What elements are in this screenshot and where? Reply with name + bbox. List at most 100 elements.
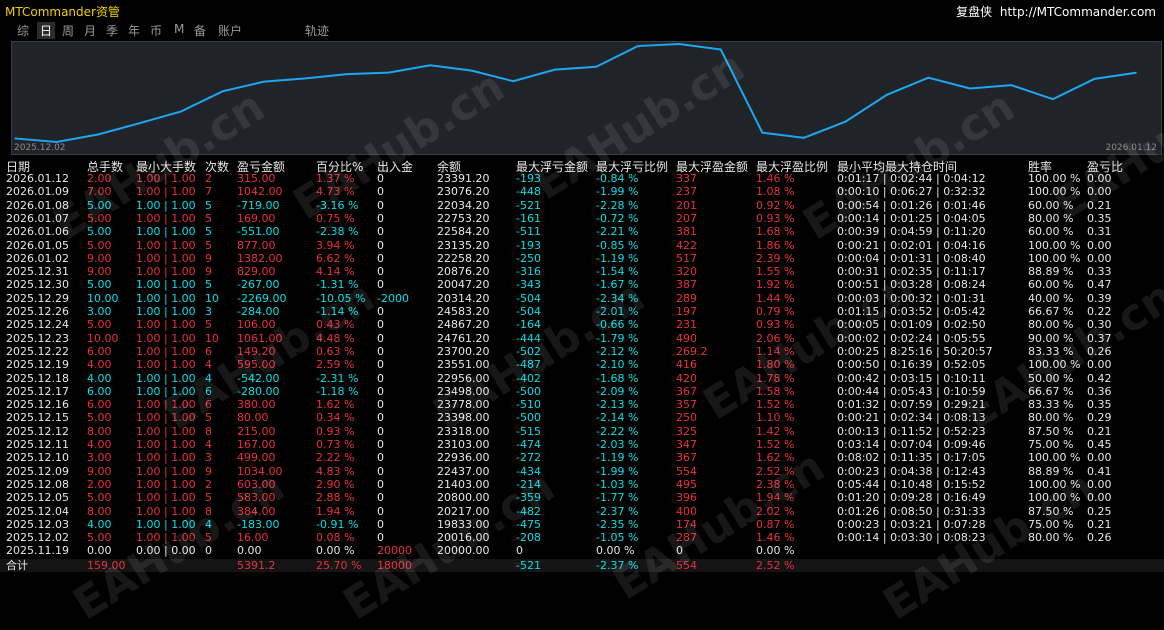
cell-mdd: -359	[516, 491, 541, 505]
table-row[interactable]: 2025.12.30 5.00 1.00 | 1.00 5 -267.00 -1.31 %…	[0, 278, 1164, 291]
brand-url[interactable]: http://MTCommander.com	[1000, 5, 1156, 19]
table-row[interactable]: 2025.12.22 6.00 1.00 | 1.00 6 149.20 0.63 % 0 2…	[0, 345, 1164, 358]
table-row[interactable]: 2025.12.08 2.00 1.00 | 1.00 2 603.00 2.90 % 0 2…	[0, 478, 1164, 491]
cell-minmax: 0.00 | 0.00	[136, 544, 196, 558]
chart-end-date: 2026.01.12	[1105, 143, 1157, 153]
table-row[interactable]: 2025.12.15 5.00 1.00 | 1.00 5 80.00 0.34 % 0 23…	[0, 411, 1164, 424]
cell-ratio: 0.42	[1087, 371, 1112, 385]
tab-6[interactable]: 币	[150, 22, 162, 39]
table-row[interactable]: 2025.12.23 10.00 1.00 | 1.00 10 1061.00 4.48 …	[0, 332, 1164, 345]
cell-lots: 4.00	[87, 438, 112, 451]
cell-balance: 23551.00	[437, 358, 490, 372]
cell-minmax: 1.00 | 1.00	[136, 331, 196, 345]
equity-point-23	[969, 87, 971, 90]
cell-balance: 20800.00	[437, 491, 490, 505]
cell-count: 5	[205, 411, 212, 425]
cell-hold: 0:00:03 | 0:00:32 | 0:01:31	[837, 291, 986, 305]
cell-minmax: 1.00 | 1.00	[136, 438, 196, 451]
table-row[interactable]: 2025.12.17 6.00 1.00 | 1.00 6 -280.00 -1.18 %…	[0, 385, 1164, 398]
cell-mfe: 237	[676, 185, 697, 199]
table-row[interactable]: 2025.12.18 4.00 1.00 | 1.00 4 -542.00 -2.31 %…	[0, 372, 1164, 385]
cell-pct: -0.91 %	[316, 517, 359, 531]
cell-lots: 5.00	[87, 411, 112, 425]
cell-pnl: 603.00	[237, 477, 276, 491]
cell-count: 5	[205, 278, 212, 292]
cell-flow: 0	[377, 344, 384, 358]
tab-1[interactable]: 日	[37, 22, 56, 39]
cell-pct: 0.93 %	[316, 424, 355, 438]
cell-mdd: -272	[516, 451, 541, 465]
table-row[interactable]: 2026.01.05 5.00 1.00 | 1.00 5 877.00 3.94 % 0 2…	[0, 239, 1164, 252]
cell-pnl: 1382.00	[237, 251, 283, 265]
cell-mfep: 1.78 %	[756, 371, 795, 385]
cell-flow: 0	[377, 238, 384, 252]
cell-mddp: -2.22 %	[596, 424, 639, 438]
table-row[interactable]: 2025.12.16 6.00 1.00 | 1.00 6 380.00 1.62 % 0 2…	[0, 398, 1164, 411]
cell-lots: 5.00	[87, 198, 112, 212]
cell-hold: 0:00:25 | 8:25:16 | 50:20:57	[837, 344, 993, 358]
cell-mddp: -2.12 %	[596, 344, 639, 358]
cell-win: 100.00 %	[1028, 358, 1081, 372]
cell-minmax: 1.00 | 1.00	[136, 344, 196, 358]
table-row[interactable]: 2025.12.02 5.00 1.00 | 1.00 5 16.00 0.08 % 0 20…	[0, 531, 1164, 544]
cell-mddp: -1.67 %	[596, 278, 639, 292]
tab-9[interactable]: 账户	[218, 22, 242, 39]
cell-mfe: 320	[676, 265, 697, 279]
table-row[interactable]: 2025.12.24 5.00 1.00 | 1.00 5 106.00 0.43 % 0 2…	[0, 318, 1164, 331]
cell-mfep: 1.92 %	[756, 278, 795, 292]
cell-mddp: -2.03 %	[596, 438, 639, 451]
tab-5[interactable]: 年	[128, 22, 140, 39]
tab-3[interactable]: 月	[84, 22, 96, 39]
table-row[interactable]: 2026.01.12 2.00 1.00 | 1.00 2 315.00 1.37 % 0 2…	[0, 172, 1164, 185]
cell-ratio: 0.26	[1087, 344, 1112, 358]
cell-minmax: 1.00 | 1.00	[136, 318, 196, 332]
table-row[interactable]: 2025.12.05 5.00 1.00 | 1.00 5 583.00 2.88 % 0 2…	[0, 491, 1164, 504]
table-row[interactable]: 2026.01.02 9.00 1.00 | 1.00 9 1382.00 6.62 % 0…	[0, 252, 1164, 265]
table-row[interactable]: 2026.01.08 5.00 1.00 | 1.00 5 -719.00 -3.16 %…	[0, 199, 1164, 212]
cell-ratio: 0.00	[1087, 358, 1112, 372]
cell-hold: 0:00:13 | 0:11:52 | 0:52:23	[837, 424, 986, 438]
cell-ratio: 0.39	[1087, 291, 1112, 305]
cell-minmax: 1.00 | 1.00	[136, 504, 196, 518]
cell-lots: 0.00	[87, 544, 112, 558]
tab-0[interactable]: 综	[17, 22, 29, 39]
cell-count: 5	[205, 531, 212, 545]
table-row[interactable]: 2025.11.19 0.00 0.00 | 0.00 0 0.00 0.00 % 2000…	[0, 544, 1164, 557]
cell-minmax: 1.00 | 1.00	[136, 305, 196, 318]
tab-2[interactable]: 周	[62, 22, 74, 39]
table-row[interactable]: 2025.12.29 10.00 1.00 | 1.00 10 -2269.00 -10.…	[0, 292, 1164, 305]
table-row[interactable]: 2025.12.09 9.00 1.00 | 1.00 9 1034.00 4.83 % 0…	[0, 465, 1164, 478]
table-row[interactable]: 2025.12.19 4.00 1.00 | 1.00 4 595.00 2.59 % 0 2…	[0, 358, 1164, 371]
cell-balance: 24583.20	[437, 305, 490, 318]
cell-count: 9	[205, 265, 212, 279]
table-row[interactable]: 2026.01.07 5.00 1.00 | 1.00 5 169.00 0.75 % 0 2…	[0, 212, 1164, 225]
cell-date: 2025.12.08	[6, 477, 69, 491]
tab-10[interactable]: 轨迹	[305, 22, 329, 39]
tab-7[interactable]: M	[174, 22, 184, 36]
cell-mfep: 1.68 %	[756, 225, 795, 239]
table-row[interactable]: 2025.12.12 8.00 1.00 | 1.00 8 215.00 0.93 % 0 2…	[0, 425, 1164, 438]
cell-flow: 0	[377, 278, 384, 292]
cell-mfe: 490	[676, 331, 697, 345]
cell-win: 90.00 %	[1028, 331, 1074, 345]
cell-lots: 3.00	[87, 451, 112, 465]
cell-pnl: 106.00	[237, 318, 276, 332]
equity-point-3	[138, 122, 141, 124]
table-row[interactable]: 2025.12.31 9.00 1.00 | 1.00 9 829.00 4.14 % 0 2…	[0, 265, 1164, 278]
cell-ratio: 0.41	[1087, 464, 1112, 478]
equity-point-27	[1135, 71, 1137, 74]
title-bar: MTCommander资管 复盘侠 http://MTCommander.com	[0, 0, 1164, 20]
table-row[interactable]: 2025.12.04 8.00 1.00 | 1.00 8 384.00 1.94 % 0 2…	[0, 505, 1164, 518]
cell-mfep: 2.38 %	[756, 477, 795, 491]
table-row[interactable]: 2025.12.03 4.00 1.00 | 1.00 4 -183.00 -0.91 %…	[0, 518, 1164, 531]
tab-4[interactable]: 季	[106, 22, 118, 39]
table-row[interactable]: 2025.12.11 4.00 1.00 | 1.00 4 167.00 0.73 % 0 2…	[0, 438, 1164, 451]
tab-8[interactable]: 备	[194, 22, 206, 39]
table-row[interactable]: 2026.01.09 7.00 1.00 | 1.00 7 1042.00 4.73 % 0…	[0, 185, 1164, 198]
table-row[interactable]: 2025.12.10 3.00 1.00 | 1.00 3 499.00 2.22 % 0 2…	[0, 451, 1164, 464]
cell-ratio: 0.00	[1087, 172, 1112, 185]
cell-win: 60.00 %	[1028, 278, 1074, 292]
table-row[interactable]: 2025.12.26 3.00 1.00 | 1.00 3 -284.00 -1.14 %…	[0, 305, 1164, 318]
table-row[interactable]: 2026.01.06 5.00 1.00 | 1.00 5 -551.00 -2.38 %…	[0, 225, 1164, 238]
cell-pct: -3.16 %	[316, 198, 359, 212]
